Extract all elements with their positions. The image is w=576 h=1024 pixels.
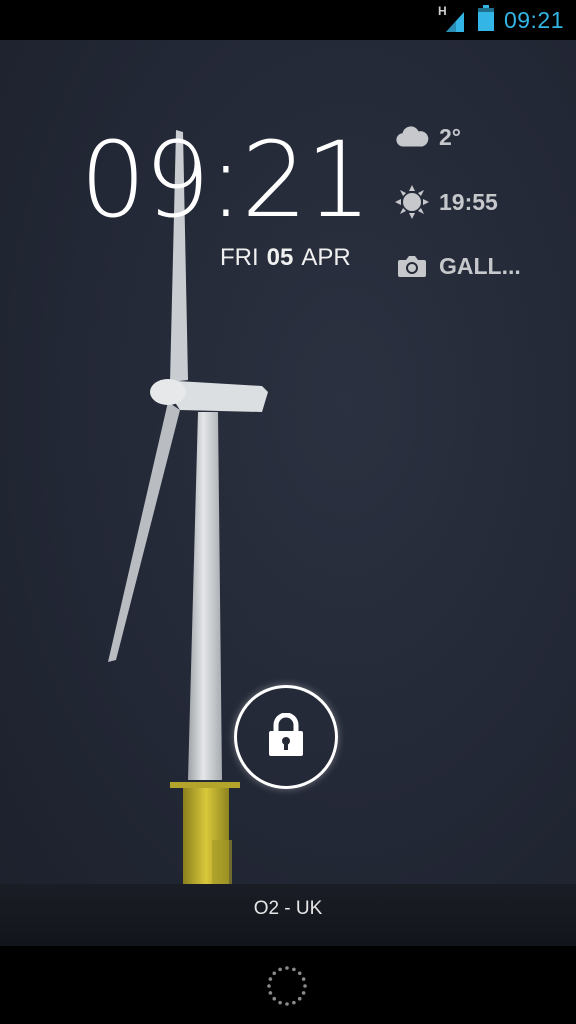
status-icons: H 09:21 bbox=[438, 0, 564, 40]
lockscreen-clock: 09:21 bbox=[80, 119, 372, 241]
unlock-handle[interactable] bbox=[234, 685, 338, 789]
cloud-icon bbox=[395, 120, 429, 154]
gallery-label: GALL... bbox=[439, 252, 521, 279]
lock-icon bbox=[267, 712, 305, 762]
carrier-label: O2 - UK bbox=[253, 898, 323, 919]
sun-icon bbox=[395, 185, 429, 219]
gallery-widget[interactable]: GALL... bbox=[395, 249, 521, 283]
lockscreen: H 09:21 09:21 FRI 05 APR 2° 19:55 GALL..… bbox=[0, 0, 576, 1024]
weather-widget[interactable]: 2° bbox=[395, 120, 461, 154]
date-weekday: FRI bbox=[220, 244, 259, 271]
sunset-time: 19:55 bbox=[439, 188, 498, 215]
lockscreen-date: FRI 05 APR bbox=[220, 244, 351, 272]
camera-icon bbox=[395, 249, 429, 283]
signal-icon: H bbox=[438, 4, 468, 34]
status-time: 09:21 bbox=[503, 6, 564, 33]
weather-temperature: 2° bbox=[439, 123, 461, 150]
battery-icon bbox=[477, 4, 494, 36]
dotted-ring-icon[interactable] bbox=[265, 964, 309, 1008]
date-day: 05 bbox=[266, 244, 294, 271]
sunset-widget[interactable]: 19:55 bbox=[395, 185, 498, 219]
navigation-bar bbox=[0, 946, 576, 1024]
date-month: APR bbox=[301, 244, 351, 271]
status-bar: H 09:21 bbox=[0, 0, 576, 40]
